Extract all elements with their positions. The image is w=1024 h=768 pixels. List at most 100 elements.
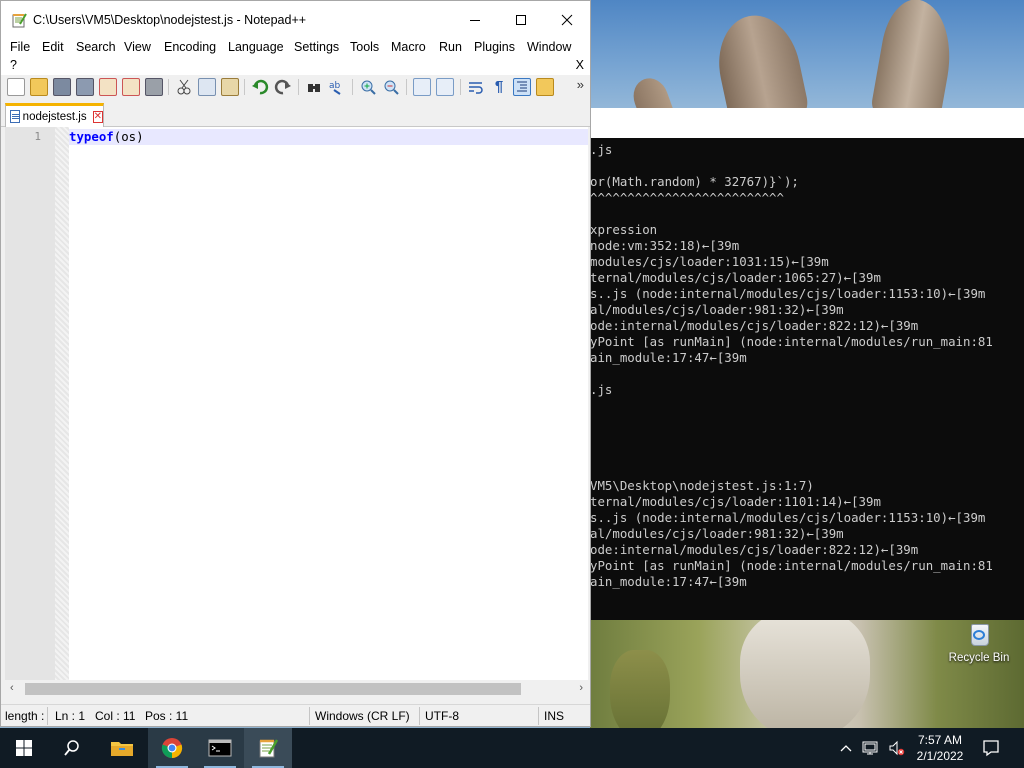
chevron-up-icon bbox=[840, 745, 852, 752]
taskbar: 7:57 AM 2/1/2022 bbox=[0, 728, 1024, 768]
menu-edit[interactable]: Edit bbox=[40, 40, 66, 54]
menu-macro[interactable]: Macro bbox=[389, 40, 428, 54]
user-defined-language-icon[interactable] bbox=[536, 78, 554, 96]
print-icon[interactable] bbox=[145, 78, 163, 96]
sync-horizontal-scroll-icon[interactable] bbox=[436, 78, 454, 96]
fold-margin bbox=[55, 127, 69, 680]
cut-icon[interactable] bbox=[175, 78, 193, 96]
taskbar-command-prompt[interactable] bbox=[196, 728, 244, 768]
close-document-button[interactable]: X bbox=[576, 58, 584, 72]
terminal-line: ^^^^^^^^^^^^^^^^^^^^^^^^^^ bbox=[590, 190, 784, 205]
code-keyword: typeof bbox=[69, 129, 114, 144]
menu-encoding[interactable]: Encoding bbox=[162, 40, 218, 54]
line-number-gutter: 1 bbox=[5, 127, 55, 680]
recycle-bin[interactable]: Recycle Bin bbox=[940, 620, 1018, 664]
tab-bar: nodejstest.js ✕ bbox=[1, 100, 590, 127]
zoom-out-icon[interactable] bbox=[382, 78, 400, 96]
minimize-icon bbox=[470, 20, 480, 21]
redo-icon[interactable] bbox=[274, 78, 292, 96]
status-eol: Windows (CR LF) bbox=[315, 709, 410, 723]
tab-label: nodejstest.js bbox=[22, 110, 87, 123]
terminal-line: s..js (node:internal/modules/cjs/loader:… bbox=[590, 510, 986, 525]
menu-run[interactable]: Run bbox=[437, 40, 464, 54]
horizontal-scrollbar[interactable]: ‹ › bbox=[5, 680, 588, 698]
command-prompt-icon bbox=[208, 739, 232, 757]
replace-icon[interactable]: ab bbox=[328, 78, 346, 96]
menu-help[interactable]: ? bbox=[10, 58, 17, 72]
minimize-button[interactable] bbox=[452, 1, 498, 39]
save-all-icon[interactable] bbox=[76, 78, 94, 96]
scroll-right-icon[interactable]: › bbox=[579, 682, 583, 694]
taskbar-chrome[interactable] bbox=[148, 728, 196, 768]
paste-icon[interactable] bbox=[221, 78, 239, 96]
status-position: Pos : 11 bbox=[145, 709, 189, 723]
menu-file[interactable]: File bbox=[8, 40, 32, 54]
undo-icon[interactable] bbox=[251, 78, 269, 96]
close-button[interactable] bbox=[544, 1, 590, 39]
start-button[interactable] bbox=[0, 728, 48, 768]
find-icon[interactable] bbox=[305, 78, 323, 96]
taskbar-notepad-plus-plus[interactable] bbox=[244, 728, 292, 768]
desktop-wallpaper-top bbox=[590, 0, 1024, 108]
new-file-icon[interactable] bbox=[7, 78, 25, 96]
menu-tools[interactable]: Tools bbox=[348, 40, 381, 54]
system-clock[interactable]: 7:57 AM 2/1/2022 bbox=[912, 732, 968, 764]
menu-settings[interactable]: Settings bbox=[292, 40, 341, 54]
save-icon[interactable] bbox=[53, 78, 71, 96]
close-icon bbox=[561, 14, 573, 26]
menu-plugins[interactable]: Plugins bbox=[472, 40, 517, 54]
title-bar[interactable]: C:\Users\VM5\Desktop\nodejstest.js - Not… bbox=[1, 1, 590, 39]
volume-tray-button[interactable] bbox=[884, 728, 910, 768]
terminal-line: al/modules/cjs/loader:981:32)←[39m bbox=[590, 526, 844, 541]
current-line-highlight bbox=[69, 129, 588, 145]
text-area[interactable]: typeof(os) bbox=[69, 127, 588, 680]
recycle-bin-label: Recycle Bin bbox=[948, 652, 1010, 664]
word-wrap-icon[interactable] bbox=[467, 78, 485, 96]
action-center-button[interactable] bbox=[968, 728, 1014, 768]
close-file-icon[interactable] bbox=[99, 78, 117, 96]
open-file-icon[interactable] bbox=[30, 78, 48, 96]
sync-vertical-scroll-icon[interactable] bbox=[413, 78, 431, 96]
scrollbar-thumb[interactable] bbox=[25, 683, 521, 695]
network-tray-button[interactable] bbox=[858, 728, 884, 768]
status-length: length : bbox=[5, 709, 45, 723]
status-bar: length : Ln : 1 Col : 11 Pos : 11 Window… bbox=[1, 704, 590, 726]
notepad-plus-plus-window[interactable]: C:\Users\VM5\Desktop\nodejstest.js - Not… bbox=[0, 0, 591, 727]
status-line: Ln : 1 bbox=[55, 709, 86, 723]
file-icon bbox=[10, 110, 20, 123]
show-all-characters-icon[interactable]: ¶ bbox=[490, 78, 508, 96]
menu-language[interactable]: Language bbox=[226, 40, 286, 54]
code-line: typeof(os) bbox=[69, 130, 144, 144]
toolbar-overflow-icon[interactable]: » bbox=[577, 77, 584, 92]
notepad-plus-plus-icon bbox=[259, 739, 279, 758]
menu-search[interactable]: Search bbox=[74, 40, 118, 54]
close-all-icon[interactable] bbox=[122, 78, 140, 96]
tab-close-icon[interactable]: ✕ bbox=[92, 110, 103, 123]
terminal-titlebar[interactable] bbox=[590, 108, 1024, 138]
show-hidden-icons-button[interactable] bbox=[834, 728, 858, 768]
indent-guide-icon[interactable] bbox=[513, 78, 531, 96]
menu-window[interactable]: Window bbox=[525, 40, 573, 54]
taskbar-file-explorer[interactable] bbox=[98, 728, 146, 768]
copy-icon[interactable] bbox=[198, 78, 216, 96]
editor[interactable]: 1 typeof(os) bbox=[5, 127, 588, 680]
menu-view[interactable]: View bbox=[122, 40, 153, 54]
toolbar: ab ¶ » bbox=[1, 75, 590, 100]
search-button[interactable] bbox=[48, 728, 96, 768]
tab-nodejstest[interactable]: nodejstest.js ✕ bbox=[5, 103, 104, 127]
terminal-line: or(Math.random) * 32767)}`); bbox=[590, 174, 799, 189]
code-text: (os) bbox=[113, 129, 144, 144]
scroll-left-icon[interactable]: ‹ bbox=[10, 682, 14, 694]
terminal-line: ain_module:17:47←[39m bbox=[590, 574, 747, 589]
network-icon bbox=[862, 741, 878, 755]
notepad-plus-plus-app-icon bbox=[12, 13, 27, 28]
terminal-line: VM5\Desktop\nodejstest.js:1:7) bbox=[590, 478, 814, 493]
zoom-in-icon[interactable] bbox=[359, 78, 377, 96]
maximize-button[interactable] bbox=[498, 1, 544, 39]
terminal-window[interactable]: .js or(Math.random) * 32767)}`); ^^^^^^^^^… bbox=[590, 108, 1024, 620]
